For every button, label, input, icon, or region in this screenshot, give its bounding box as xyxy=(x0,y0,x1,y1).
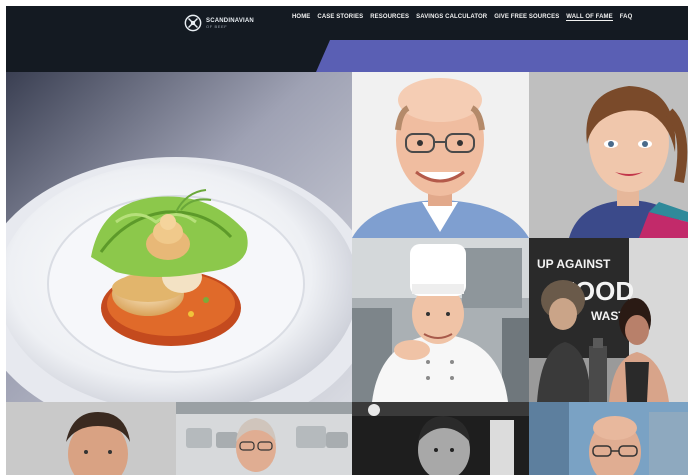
gallery-tile-portrait-1[interactable] xyxy=(352,72,529,238)
portrait-man-grey-photo xyxy=(6,402,176,475)
chef-bw-photo xyxy=(352,402,529,475)
main-nav: HOME CASE STORIES RESOURCES SAVINGS CALC… xyxy=(292,14,632,21)
gallery-tile-portrait-2[interactable] xyxy=(529,72,688,238)
gallery-tile-chef[interactable] xyxy=(352,238,529,402)
logo-subtitle: OF BEEF xyxy=(206,23,228,29)
gallery-tile-portrait-4[interactable] xyxy=(529,402,688,475)
nav-wall-of-fame[interactable]: WALL OF FAME xyxy=(566,14,613,21)
nav-case-stories[interactable]: CASE STORIES xyxy=(317,14,363,21)
gallery-tile-kitchen[interactable] xyxy=(176,402,352,475)
nav-home[interactable]: HOME xyxy=(292,14,310,21)
nav-faq[interactable]: FAQ xyxy=(620,14,633,21)
site-logo[interactable]: SCANDINAVIAN OF BEEF xyxy=(184,12,254,34)
wall-of-fame-gallery: UP AGAINST FOOD WAST xyxy=(6,72,688,475)
gallery-tile-portrait-bw[interactable] xyxy=(352,402,529,475)
portrait-man-glasses-outdoor-photo xyxy=(529,402,688,475)
portrait-woman-photo xyxy=(529,72,688,238)
site-header: SCANDINAVIAN OF BEEF HOME CASE STORIES R… xyxy=(6,6,688,72)
accent-banner xyxy=(6,40,688,72)
logo-title: SCANDINAVIAN xyxy=(206,17,254,24)
gallery-tile-dish[interactable] xyxy=(6,72,352,402)
nav-resources[interactable]: RESOURCES xyxy=(370,14,409,21)
plated-dish-photo xyxy=(6,72,352,402)
nav-give-free-sources[interactable]: GIVE FREE SOURCES xyxy=(494,14,559,21)
page-frame: SCANDINAVIAN OF BEEF HOME CASE STORIES R… xyxy=(6,6,688,475)
portrait-man-glasses-photo xyxy=(352,72,529,238)
logo-emblem-icon xyxy=(184,14,202,32)
food-waste-poster-photo: UP AGAINST FOOD WAST xyxy=(529,238,688,402)
nav-savings-calculator[interactable]: SAVINGS CALCULATOR xyxy=(416,14,487,21)
kitchen-chef-photo xyxy=(176,402,352,475)
chef-portrait-photo xyxy=(352,238,529,402)
gallery-tile-portrait-3[interactable] xyxy=(6,402,176,475)
poster-text-line1: UP AGAINST xyxy=(537,257,611,271)
gallery-tile-food-waste[interactable]: UP AGAINST FOOD WAST xyxy=(529,238,688,402)
